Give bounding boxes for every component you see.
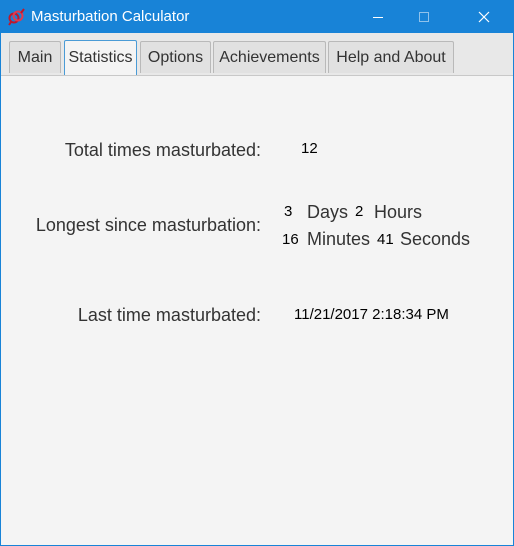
app-window: Masturbation Calculator Main Statistics … bbox=[0, 0, 514, 546]
longest-seconds-value: 41 bbox=[377, 231, 394, 248]
last-time-label: Last time masturbated: bbox=[77, 305, 261, 325]
longest-minutes-unit: Minutes bbox=[307, 229, 371, 249]
tab-options[interactable]: Options bbox=[140, 41, 211, 73]
statistics-panel: Total times masturbated: 12 Longest sinc… bbox=[1, 76, 513, 546]
longest-days-unit: Days bbox=[307, 202, 349, 222]
total-times-value: 12 bbox=[301, 140, 318, 157]
close-icon bbox=[478, 11, 490, 23]
tab-help-and-about[interactable]: Help and About bbox=[328, 41, 454, 73]
tab-achievements[interactable]: Achievements bbox=[213, 41, 326, 73]
app-logo-icon bbox=[7, 8, 25, 26]
longest-since-label: Longest since masturbation: bbox=[35, 215, 261, 235]
tab-statistics[interactable]: Statistics bbox=[64, 40, 137, 75]
minimize-icon bbox=[373, 16, 383, 18]
longest-hours-unit: Hours bbox=[374, 202, 423, 222]
tab-main[interactable]: Main bbox=[9, 41, 61, 73]
title-bar[interactable]: Masturbation Calculator bbox=[1, 1, 513, 33]
longest-minutes-value: 16 bbox=[282, 231, 299, 248]
longest-seconds-unit: Seconds bbox=[400, 229, 471, 249]
last-time-value: 11/21/2017 2:18:34 PM bbox=[294, 306, 449, 323]
window-title: Masturbation Calculator bbox=[31, 8, 190, 25]
tab-strip: Main Statistics Options Achievements Hel… bbox=[1, 33, 513, 76]
total-times-label: Total times masturbated: bbox=[64, 140, 261, 160]
longest-days-value: 3 bbox=[284, 203, 293, 220]
maximize-icon bbox=[419, 12, 429, 22]
minimize-button[interactable] bbox=[355, 1, 401, 33]
close-button[interactable] bbox=[461, 1, 507, 33]
maximize-button[interactable] bbox=[401, 1, 447, 33]
longest-hours-value: 2 bbox=[355, 203, 364, 220]
